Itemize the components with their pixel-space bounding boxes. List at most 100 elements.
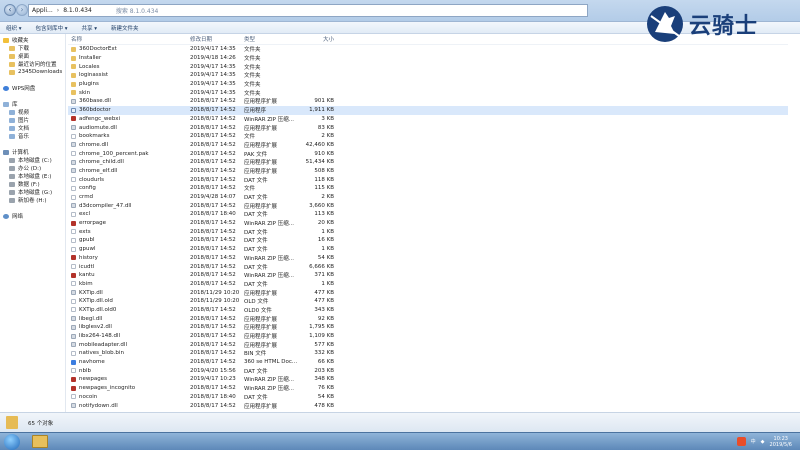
file-row[interactable]: skin 2019/4/17 14:35 文件夹: [68, 88, 788, 97]
file-name-cell[interactable]: exts: [68, 229, 190, 235]
file-name-cell[interactable]: KXTip.dll: [68, 290, 190, 296]
sidebar-item[interactable]: 本地磁盘 (C:): [0, 156, 65, 164]
sidebar-item[interactable]: 库: [0, 100, 65, 108]
file-name-cell[interactable]: notifydown.dll: [68, 403, 190, 409]
file-row[interactable]: 360bdoctor 2018/8/17 14:52 应用程序 1,911 KB: [68, 105, 788, 115]
file-name-cell[interactable]: adfengc_webxi: [68, 116, 190, 122]
file-row[interactable]: 360DoctorExt 2019/4/17 14:35 文件夹: [68, 45, 788, 54]
address-part-2[interactable]: 8.1.0.434: [63, 7, 92, 14]
column-date[interactable]: 修改日期: [190, 35, 244, 43]
file-name-cell[interactable]: navhome: [68, 359, 190, 365]
sidebar-item[interactable]: 音乐: [0, 132, 65, 140]
file-name-cell[interactable]: gpuwl: [68, 246, 190, 252]
file-row[interactable]: libglesv2.dll 2018/8/17 14:52 应用程序扩展 1,795 …: [68, 323, 788, 332]
column-size[interactable]: 大小: [298, 35, 334, 43]
sidebar-item[interactable]: 办公 (D:): [0, 164, 65, 172]
sidebar-item[interactable]: 2345Downloads: [0, 68, 65, 76]
file-name-cell[interactable]: nocoin: [68, 394, 190, 400]
file-name-cell[interactable]: d3dcompiler_47.dll: [68, 203, 190, 209]
windows-start-icon[interactable]: [4, 433, 20, 450]
file-row[interactable]: plugins 2019/4/17 14:35 文件夹: [68, 80, 788, 89]
file-row[interactable]: Installer 2019/4/18 14:26 文件夹: [68, 54, 788, 63]
file-name-cell[interactable]: Installer: [68, 55, 190, 61]
file-row[interactable]: kbim 2018/8/17 14:52 DAT 文件 1 KB: [68, 280, 788, 289]
file-row[interactable]: gpubl 2018/8/17 14:52 DAT 文件 16 KB: [68, 236, 788, 245]
file-name-cell[interactable]: chrome_elf.dll: [68, 168, 190, 174]
file-row[interactable]: config 2018/8/17 14:52 文件 115 KB: [68, 184, 788, 193]
file-row[interactable]: history 2018/8/17 14:52 WinRAR ZIP 压缩... 54…: [68, 254, 788, 263]
file-name-cell[interactable]: gpubl: [68, 237, 190, 243]
file-row[interactable]: KXTip.dll.old0 2018/8/17 14:52 OLD0 文件 343 …: [68, 306, 788, 315]
address-part-1[interactable]: Appli...: [32, 7, 53, 14]
file-name-cell[interactable]: Locales: [68, 64, 190, 70]
file-row[interactable]: KXTip.dll 2018/11/29 10:20 应用程序扩展 477 KB: [68, 288, 788, 297]
clock[interactable]: 10:23 2019/5/6: [770, 436, 792, 448]
file-row[interactable]: cloudurls 2018/8/17 14:52 DAT 文件 118 KB: [68, 175, 788, 184]
file-row[interactable]: adfengc_webxi 2018/8/17 14:52 WinRAR ZIP 压…: [68, 115, 788, 124]
file-row[interactable]: newpages 2019/4/17 10:23 WinRAR ZIP 压缩... 3…: [68, 375, 788, 384]
file-name-cell[interactable]: KXTip.dll.old0: [68, 307, 190, 313]
sidebar-item[interactable]: 本地磁盘 (E:): [0, 172, 65, 180]
file-name-cell[interactable]: errorpage: [68, 220, 190, 226]
file-name-cell[interactable]: config: [68, 185, 190, 191]
file-row[interactable]: bookmarks 2018/8/17 14:52 文件 2 KB: [68, 132, 788, 141]
file-name-cell[interactable]: kantu: [68, 272, 190, 278]
sidebar-item[interactable]: 计算机: [0, 148, 65, 156]
file-name-cell[interactable]: chrome.dll: [68, 142, 190, 148]
file-row[interactable]: KXTip.dll.old 2018/11/29 10:20 OLD 文件 477 K…: [68, 297, 788, 306]
sidebar-item[interactable]: 本地磁盘 (G:): [0, 188, 65, 196]
file-name-cell[interactable]: libx264-148.dll: [68, 333, 190, 339]
file-name-cell[interactable]: audiomute.dll: [68, 125, 190, 131]
file-name-cell[interactable]: libegl.dll: [68, 316, 190, 322]
sidebar-item[interactable]: 图片: [0, 116, 65, 124]
input-language[interactable]: 中: [751, 438, 756, 445]
file-row[interactable]: gpuwl 2018/8/17 14:52 DAT 文件 1 KB: [68, 245, 788, 254]
file-name-cell[interactable]: chrome_child.dll: [68, 159, 190, 165]
file-name-cell[interactable]: KXTip.dll.old: [68, 298, 190, 304]
file-row[interactable]: chrome.dll 2018/8/17 14:52 应用程序扩展 42,460 KB: [68, 141, 788, 150]
file-row[interactable]: navhome 2018/8/17 14:52 360 se HTML Doc...…: [68, 358, 788, 367]
file-name-cell[interactable]: 360DoctorExt: [68, 46, 190, 52]
file-name-cell[interactable]: plugins: [68, 81, 190, 87]
file-row[interactable]: libegl.dll 2018/8/17 14:52 应用程序扩展 92 KB: [68, 314, 788, 323]
sidebar-item[interactable]: 桌面: [0, 52, 65, 60]
sidebar-item[interactable]: 文档: [0, 124, 65, 132]
share-button[interactable]: 共享 ▾: [82, 24, 98, 32]
include-in-library-button[interactable]: 包含到库中 ▾: [36, 24, 68, 32]
file-row[interactable]: icudtl 2018/8/17 14:52 DAT 文件 6,666 KB: [68, 262, 788, 271]
file-name-cell[interactable]: libglesv2.dll: [68, 324, 190, 330]
back-arrow-icon[interactable]: ‹: [4, 4, 16, 16]
file-row[interactable]: newpages_incognito 2018/8/17 14:52 WinRAR …: [68, 384, 788, 393]
organize-button[interactable]: 组织 ▾: [6, 24, 22, 32]
file-name-cell[interactable]: skin: [68, 90, 190, 96]
file-row[interactable]: errorpage 2018/8/17 14:52 WinRAR ZIP 压缩...…: [68, 219, 788, 228]
file-row[interactable]: excl 2018/8/17 18:40 DAT 文件 113 KB: [68, 210, 788, 219]
file-name-cell[interactable]: cloudurls: [68, 177, 190, 183]
file-name-cell[interactable]: crmd: [68, 194, 190, 200]
file-name-cell[interactable]: loginassist: [68, 72, 190, 78]
file-row[interactable]: chrome_child.dll 2018/8/17 14:52 应用程序扩展 51,…: [68, 158, 788, 167]
file-row[interactable]: libx264-148.dll 2018/8/17 14:52 应用程序扩展 1,10…: [68, 332, 788, 341]
file-row[interactable]: notifydown.dll 2018/8/17 14:52 应用程序扩展 478 K…: [68, 401, 788, 410]
file-name-cell[interactable]: 360bdoctor: [68, 107, 190, 113]
file-name-cell[interactable]: excl: [68, 211, 190, 217]
file-row[interactable]: crmd 2019/4/28 14:07 DAT 文件 2 KB: [68, 193, 788, 202]
file-name-cell[interactable]: kbim: [68, 281, 190, 287]
file-row[interactable]: nocoin 2018/8/17 18:40 DAT 文件 54 KB: [68, 393, 788, 402]
file-name-cell[interactable]: icudtl: [68, 264, 190, 270]
file-row[interactable]: Locales 2019/4/17 14:35 文件夹: [68, 62, 788, 71]
file-name-cell[interactable]: chrome_100_percent.pak: [68, 151, 190, 157]
file-name-cell[interactable]: nblb: [68, 368, 190, 374]
column-name[interactable]: 名称: [68, 35, 190, 43]
file-row[interactable]: exts 2018/8/17 14:52 DAT 文件 1 KB: [68, 227, 788, 236]
new-folder-button[interactable]: 新建文件夹: [111, 24, 139, 32]
file-row[interactable]: audiomute.dll 2018/8/17 14:52 应用程序扩展 83 KB: [68, 123, 788, 132]
file-name-cell[interactable]: bookmarks: [68, 133, 190, 139]
file-name-cell[interactable]: mobileadapter.dll: [68, 342, 190, 348]
column-type[interactable]: 类型: [244, 35, 298, 43]
file-name-cell[interactable]: natives_blob.bin: [68, 350, 190, 356]
sidebar-item[interactable]: WPS网盘: [0, 84, 65, 92]
file-row[interactable]: loginassist 2019/4/17 14:35 文件夹: [68, 71, 788, 80]
sidebar-item[interactable]: 最近访问的位置: [0, 60, 65, 68]
sidebar-item[interactable]: 视频: [0, 108, 65, 116]
